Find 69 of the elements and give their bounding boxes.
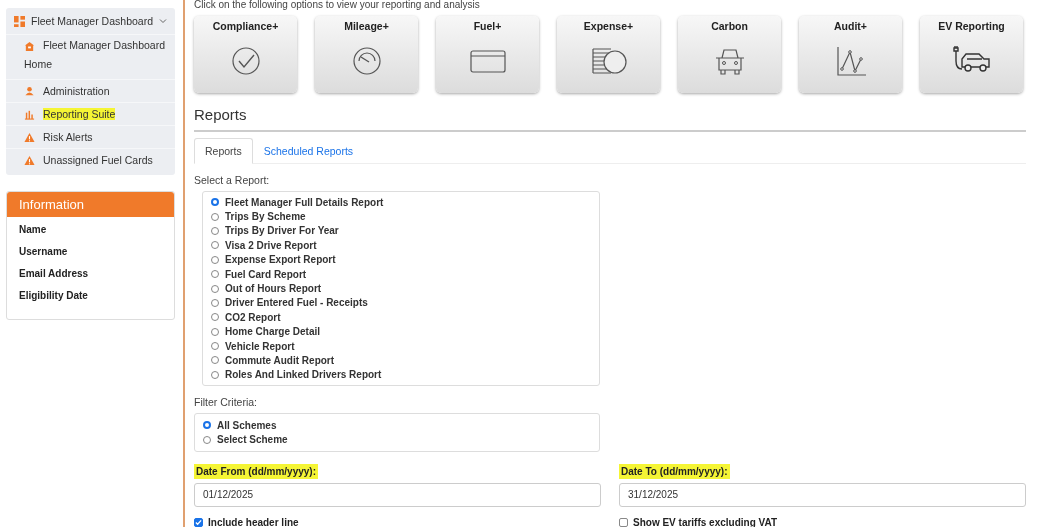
option-label[interactable]: All Schemes	[217, 419, 277, 431]
radio-button[interactable]	[203, 435, 211, 444]
date-field[interactable]: 31/12/2025	[619, 482, 1026, 507]
checkbox[interactable]	[619, 517, 628, 527]
option-label[interactable]: Driver Entered Fuel - Receipts	[225, 297, 368, 309]
field-label: Select a Report:	[194, 174, 270, 186]
option-label[interactable]: Out of Hours Report	[225, 283, 322, 295]
radio-button[interactable]	[211, 313, 219, 322]
field-label: Username	[18, 245, 69, 259]
home-icon	[24, 41, 35, 52]
intro-text: Click on the following options to view your reporting and analysis	[194, 0, 481, 10]
dashboard-icon	[14, 15, 25, 27]
field-label: Eligibility Date	[18, 289, 89, 303]
radio-button[interactable]	[211, 226, 219, 235]
option-label[interactable]: Trips By Driver For Year	[225, 225, 339, 237]
report-tile[interactable]: Audit+	[799, 16, 902, 93]
option-label[interactable]: Commute Audit Report	[225, 355, 335, 366]
bar-chart-icon	[24, 109, 35, 120]
radio-button[interactable]	[211, 370, 219, 379]
radio-button[interactable]	[211, 284, 219, 293]
radio-button[interactable]	[211, 270, 219, 279]
radio-button[interactable]	[211, 298, 219, 307]
tab[interactable]: Scheduled Reports	[252, 138, 365, 164]
option-label[interactable]: Roles And Linked Drivers Report	[225, 369, 382, 381]
option-label[interactable]: Fuel Card Report	[225, 268, 307, 280]
radio-button[interactable]	[211, 212, 219, 221]
option-label[interactable]: Fleet Manager Full Details Report	[225, 196, 384, 208]
report-tile[interactable]: Fuel+	[436, 16, 539, 93]
radio-button[interactable]	[203, 421, 211, 430]
option-label[interactable]: Select Scheme	[217, 434, 288, 446]
option-label[interactable]: Expense Export Report	[225, 254, 336, 266]
warning-icon	[24, 132, 35, 143]
menu-item[interactable]: Fleet Manager Dashboard Home	[24, 36, 167, 74]
report-tile[interactable]: Mileage+	[315, 16, 418, 93]
field-label: Filter Criteria:	[194, 396, 257, 409]
report-tile[interactable]: Carbon	[678, 16, 781, 93]
radio-button[interactable]	[211, 198, 219, 207]
option-label[interactable]: Trips By Scheme	[225, 211, 306, 223]
menu-item[interactable]: Administration	[43, 85, 110, 97]
radio-button[interactable]	[211, 241, 219, 250]
checkbox[interactable]	[194, 517, 203, 527]
person-icon	[24, 86, 35, 97]
radio-button[interactable]	[211, 255, 219, 264]
tab[interactable]: Reports	[194, 138, 253, 164]
chevron-icon[interactable]	[159, 17, 167, 25]
section-title: Reports	[194, 106, 247, 123]
date-field[interactable]: 01/12/2025	[194, 482, 601, 507]
radio-button[interactable]	[211, 356, 219, 365]
checkbox-label[interactable]: Include header line	[208, 516, 299, 527]
warning-icon	[24, 155, 35, 166]
report-tile[interactable]: EV Reporting	[920, 16, 1023, 93]
menu-item[interactable]: Unassigned Fuel Cards	[43, 154, 153, 166]
radio-button[interactable]	[211, 342, 219, 351]
menu-item[interactable]: Reporting Suite	[43, 108, 116, 120]
field-label: Email Address	[18, 267, 90, 281]
option-label[interactable]: Home Charge Detail	[225, 326, 321, 338]
report-tile[interactable]: Compliance+	[194, 16, 297, 93]
menu-title[interactable]: Fleet Manager Dashboard	[31, 15, 153, 27]
field-label: Date From (dd/mm/yyyy):	[194, 463, 319, 479]
menu-item[interactable]: Risk Alerts	[43, 131, 93, 143]
option-label[interactable]: Visa 2 Drive Report	[225, 239, 317, 251]
report-tile[interactable]: Expense+	[557, 16, 660, 93]
panel-header: Information	[7, 192, 174, 217]
field-label: Date To (dd/mm/yyyy):	[619, 463, 730, 479]
option-label[interactable]: CO2 Report	[225, 311, 281, 323]
option-label[interactable]: Vehicle Report	[225, 340, 295, 352]
checkbox-label[interactable]: Show EV tariffs excluding VAT	[633, 516, 778, 527]
field-label: Name	[18, 223, 48, 237]
radio-button[interactable]	[211, 327, 219, 336]
